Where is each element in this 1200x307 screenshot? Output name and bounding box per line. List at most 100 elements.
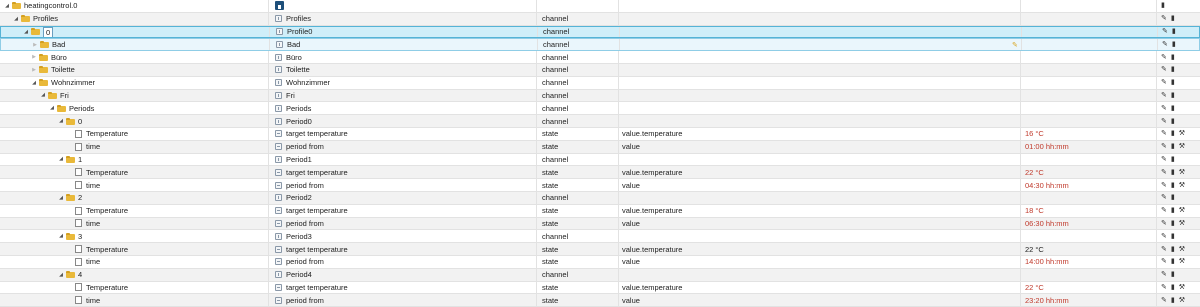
- trash-icon[interactable]: ▮: [1171, 194, 1175, 201]
- pencil-icon[interactable]: ✎: [1161, 297, 1167, 304]
- pencil-icon[interactable]: ✎: [1161, 207, 1167, 214]
- wrench-icon[interactable]: ⚒: [1179, 130, 1185, 137]
- trash-icon[interactable]: ▮: [1171, 105, 1175, 112]
- pencil-icon[interactable]: ✎: [1161, 15, 1167, 22]
- trash-icon[interactable]: ▮: [1171, 220, 1175, 227]
- pencil-icon[interactable]: ✎: [1161, 118, 1167, 125]
- triangle-down-icon[interactable]: ◢: [40, 92, 46, 98]
- tree-row[interactable]: ◢ Fri Fri channel ✎ ▮: [0, 89, 1200, 103]
- pencil-icon[interactable]: ✎: [1161, 169, 1167, 176]
- tree-row[interactable]: Temperature target temperature state value.…: [0, 166, 1200, 180]
- object-value-cell[interactable]: 23:20 hh:mm: [1020, 294, 1156, 307]
- tree-row[interactable]: time period from state value 06:30 hh:mm ✎ ▮ ⚒: [0, 217, 1200, 231]
- trash-icon[interactable]: ▮: [1172, 28, 1176, 35]
- object-value-cell[interactable]: 16 °C: [1020, 127, 1156, 140]
- object-value-cell[interactable]: 22 °C: [1020, 281, 1156, 294]
- tree-row[interactable]: time period from state value 04:30 hh:mm ✎ ▮ ⚒: [0, 179, 1200, 192]
- pencil-icon[interactable]: ✎: [1161, 143, 1167, 150]
- trash-icon[interactable]: ▮: [1171, 118, 1175, 125]
- trash-icon[interactable]: ▮: [1171, 15, 1175, 22]
- pencil-icon[interactable]: ✎: [1162, 28, 1168, 35]
- object-value-cell[interactable]: 22 °C: [1020, 243, 1156, 255]
- wrench-icon[interactable]: ⚒: [1179, 220, 1185, 227]
- triangle-down-icon[interactable]: ◢: [23, 29, 29, 35]
- tree-row[interactable]: time period from state value 01:00 hh:mm ✎ ▮ ⚒: [0, 140, 1200, 154]
- pencil-icon[interactable]: ✎: [1161, 258, 1167, 265]
- object-value-cell[interactable]: 06:30 hh:mm: [1020, 217, 1156, 230]
- pencil-icon[interactable]: ✎: [1161, 156, 1167, 163]
- trash-icon[interactable]: ▮: [1171, 143, 1175, 150]
- trash-icon[interactable]: ▮: [1171, 66, 1175, 73]
- tree-row[interactable]: ▶ Büro Büro channel ✎ ▮: [0, 51, 1200, 64]
- pencil-icon[interactable]: ✎: [1161, 194, 1167, 201]
- tree-row[interactable]: time period from state value 23:20 hh:mm ✎ ▮ ⚒: [0, 294, 1200, 307]
- triangle-down-icon[interactable]: ◢: [58, 156, 64, 162]
- tree-row[interactable]: ◢ 0 Profile0 channel ✎ ▮: [0, 25, 1200, 39]
- object-value-cell[interactable]: 01:00 hh:mm: [1020, 140, 1156, 153]
- triangle-down-icon[interactable]: ◢: [13, 16, 19, 22]
- tree-row[interactable]: ◢ 1 Period1 channel ✎ ▮: [0, 153, 1200, 167]
- tree-row[interactable]: ◢ Periods Periods channel ✎ ▮: [0, 102, 1200, 116]
- triangle-down-icon[interactable]: ◢: [4, 3, 10, 9]
- trash-icon[interactable]: ▮: [1171, 297, 1175, 304]
- tree-row[interactable]: ▶ Toilette Toilette channel ✎ ▮: [0, 63, 1200, 77]
- trash-icon[interactable]: ▮: [1171, 92, 1175, 99]
- object-value-cell[interactable]: 14:00 hh:mm: [1020, 255, 1156, 268]
- pencil-icon[interactable]: ✎: [1161, 271, 1167, 278]
- pencil-icon[interactable]: ✎: [1161, 182, 1167, 189]
- wrench-icon[interactable]: ⚒: [1179, 258, 1185, 265]
- pencil-icon[interactable]: ✎: [1161, 233, 1167, 240]
- object-value-cell[interactable]: 04:30 hh:mm: [1020, 179, 1156, 191]
- triangle-down-icon[interactable]: ◢: [58, 195, 64, 201]
- inline-edit-pencil-icon[interactable]: ✎: [1012, 41, 1018, 49]
- triangle-right-icon[interactable]: ▶: [32, 42, 38, 48]
- trash-icon[interactable]: ▮: [1171, 130, 1175, 137]
- pencil-icon[interactable]: ✎: [1161, 220, 1167, 227]
- trash-icon[interactable]: ▮: [1171, 156, 1175, 163]
- trash-icon[interactable]: ▮: [1171, 207, 1175, 214]
- wrench-icon[interactable]: ⚒: [1179, 297, 1185, 304]
- tree-row[interactable]: ▶ Bad Bad channel ✎ ✎ ▮: [0, 38, 1200, 52]
- tree-row[interactable]: ◢ Wohnzimmer Wohnzimmer channel ✎ ▮: [0, 76, 1200, 90]
- tree-row[interactable]: ◢ Profiles Profiles channel ✎ ▮: [0, 12, 1200, 26]
- pencil-icon[interactable]: ✎: [1161, 246, 1167, 253]
- triangle-down-icon[interactable]: ◢: [58, 233, 64, 239]
- wrench-icon[interactable]: ⚒: [1179, 182, 1185, 189]
- wrench-icon[interactable]: ⚒: [1179, 246, 1185, 253]
- object-value-cell[interactable]: 18 °C: [1020, 204, 1156, 217]
- pencil-icon[interactable]: ✎: [1161, 105, 1167, 112]
- triangle-down-icon[interactable]: ◢: [31, 80, 37, 86]
- triangle-down-icon[interactable]: ◢: [58, 272, 64, 278]
- trash-icon[interactable]: ▮: [1171, 246, 1175, 253]
- pencil-icon[interactable]: ✎: [1161, 66, 1167, 73]
- wrench-icon[interactable]: ⚒: [1179, 284, 1185, 291]
- trash-icon[interactable]: ▮: [1171, 79, 1175, 86]
- trash-icon[interactable]: ▮: [1171, 284, 1175, 291]
- tree-row[interactable]: Temperature target temperature state value.…: [0, 204, 1200, 218]
- trash-icon[interactable]: ▮: [1171, 169, 1175, 176]
- tree-row[interactable]: ◢ 3 Period3 channel ✎ ▮: [0, 230, 1200, 244]
- pencil-icon[interactable]: ✎: [1161, 92, 1167, 99]
- tree-row[interactable]: ◢ 4 Period4 channel ✎ ▮: [0, 268, 1200, 282]
- wrench-icon[interactable]: ⚒: [1179, 207, 1185, 214]
- trash-icon[interactable]: ▮: [1171, 258, 1175, 265]
- trash-icon[interactable]: ▮: [1171, 271, 1175, 278]
- pencil-icon[interactable]: ✎: [1162, 41, 1168, 48]
- tree-row[interactable]: ◢ 2 Period2 channel ✎ ▮: [0, 191, 1200, 205]
- pencil-icon[interactable]: ✎: [1161, 130, 1167, 137]
- tree-row[interactable]: ◢ heatingcontrol.0 ▮: [0, 0, 1200, 13]
- triangle-right-icon[interactable]: ▶: [31, 54, 37, 60]
- tree-row[interactable]: Temperature target temperature state value.…: [0, 127, 1200, 141]
- pencil-icon[interactable]: ✎: [1161, 79, 1167, 86]
- tree-row[interactable]: Temperature target temperature state value.…: [0, 243, 1200, 256]
- wrench-icon[interactable]: ⚒: [1179, 143, 1185, 150]
- triangle-down-icon[interactable]: ◢: [49, 105, 55, 111]
- pencil-icon[interactable]: ✎: [1161, 284, 1167, 291]
- triangle-down-icon[interactable]: ◢: [58, 118, 64, 124]
- tree-row[interactable]: ◢ 0 Period0 channel ✎ ▮: [0, 115, 1200, 128]
- trash-icon[interactable]: ▮: [1171, 182, 1175, 189]
- tree-row[interactable]: Temperature target temperature state value.…: [0, 281, 1200, 295]
- triangle-right-icon[interactable]: ▶: [31, 67, 37, 73]
- object-value-cell[interactable]: 22 °C: [1020, 166, 1156, 179]
- wrench-icon[interactable]: ⚒: [1179, 169, 1185, 176]
